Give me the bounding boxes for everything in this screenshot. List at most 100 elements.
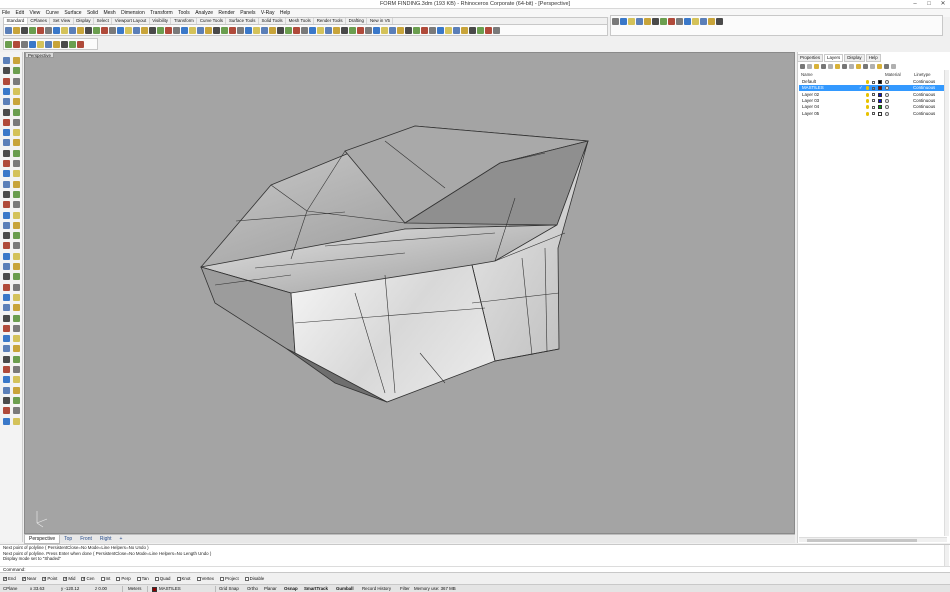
panel-scrollbar[interactable] <box>944 70 949 536</box>
menu-solid[interactable]: Solid <box>85 9 100 17</box>
material-icon[interactable] <box>885 105 889 110</box>
tool-icon[interactable] <box>3 283 10 291</box>
material-icon[interactable] <box>885 111 889 116</box>
scroll-thumb[interactable] <box>807 539 917 542</box>
tool-icon[interactable] <box>699 18 707 25</box>
tool-icon[interactable] <box>340 27 348 34</box>
menu-dimension[interactable]: Dimension <box>119 9 147 17</box>
tool-icon[interactable] <box>108 27 116 34</box>
tool-icon[interactable] <box>651 18 659 25</box>
tool-icon[interactable] <box>60 27 68 34</box>
tool-icon[interactable] <box>3 211 10 219</box>
osnap-checkbox[interactable] <box>21 575 27 583</box>
tool-icon[interactable] <box>68 27 76 34</box>
tool-icon[interactable] <box>13 108 20 116</box>
tool-icon[interactable] <box>13 129 20 137</box>
tool-icon[interactable] <box>13 149 20 157</box>
layer-color-swatch[interactable] <box>878 92 882 97</box>
tool-icon[interactable] <box>220 27 228 34</box>
column-material[interactable]: Material <box>885 72 901 77</box>
tab-help[interactable]: Help <box>865 54 881 62</box>
osnap-label[interactable]: Quad <box>160 575 171 583</box>
tool-icon[interactable] <box>13 232 20 240</box>
osnap-label[interactable]: Mid <box>68 575 75 583</box>
layer-linetype[interactable]: Continuous <box>913 104 935 110</box>
tool-icon[interactable] <box>396 27 404 34</box>
layer-tool-icon[interactable] <box>877 64 882 69</box>
tool-icon[interactable] <box>324 27 332 34</box>
perspective-viewport[interactable] <box>24 52 795 534</box>
minimize-button[interactable]: – <box>908 0 922 9</box>
menu-surface[interactable]: Surface <box>62 9 83 17</box>
tool-icon[interactable] <box>3 314 10 322</box>
tool-icon[interactable] <box>3 273 10 281</box>
menu-analyze[interactable]: Analyze <box>193 9 215 17</box>
menu-edit[interactable]: Edit <box>13 9 26 17</box>
tool-icon[interactable] <box>635 18 643 25</box>
layer-row[interactable]: Default Continuous <box>799 79 947 85</box>
tool-icon[interactable] <box>428 27 436 34</box>
layer-row[interactable]: MASTILES ✓ Continuous <box>799 85 947 92</box>
osnap-label[interactable]: Int <box>106 575 111 583</box>
tool-icon[interactable] <box>476 27 484 34</box>
tool-icon[interactable] <box>492 27 500 34</box>
tool-icon[interactable] <box>20 27 28 34</box>
tool-icon[interactable] <box>691 18 699 25</box>
lock-icon[interactable] <box>872 105 875 109</box>
material-icon[interactable] <box>885 98 889 103</box>
layer-tool-icon[interactable] <box>814 64 819 69</box>
tool-icon[interactable] <box>707 18 715 25</box>
tool-icon[interactable] <box>76 41 84 48</box>
tool-icon[interactable] <box>3 221 10 229</box>
tool-icon[interactable] <box>12 41 20 48</box>
tool-icon[interactable] <box>3 232 10 240</box>
layer-linetype[interactable]: Continuous <box>913 111 935 117</box>
menu-curve[interactable]: Curve <box>44 9 61 17</box>
osnap-checkbox[interactable] <box>154 576 159 581</box>
tool-icon[interactable] <box>284 27 292 34</box>
menu-tools[interactable]: Tools <box>176 9 192 17</box>
tool-icon[interactable] <box>332 27 340 34</box>
panel-horizontal-scrollbar[interactable] <box>799 537 947 542</box>
tool-icon[interactable] <box>3 77 10 85</box>
tool-icon[interactable] <box>196 27 204 34</box>
menu-view[interactable]: View <box>27 9 42 17</box>
tool-icon[interactable] <box>20 41 28 48</box>
tool-icon[interactable] <box>420 27 428 34</box>
tool-icon[interactable] <box>356 27 364 34</box>
tool-icon[interactable] <box>13 67 20 75</box>
tool-icon[interactable] <box>244 27 252 34</box>
tool-icon[interactable] <box>436 27 444 34</box>
layer-tool-icon[interactable] <box>849 64 854 69</box>
tool-icon[interactable] <box>3 386 10 394</box>
tab-right[interactable]: Right <box>96 535 116 543</box>
tool-icon[interactable] <box>364 27 372 34</box>
tool-icon[interactable] <box>484 27 492 34</box>
tool-icon[interactable] <box>236 27 244 34</box>
layer-tool-icon[interactable] <box>821 64 826 69</box>
lock-icon[interactable] <box>872 86 875 90</box>
tool-icon[interactable] <box>300 27 308 34</box>
visibility-bulb-icon[interactable] <box>866 80 869 84</box>
lock-icon[interactable] <box>872 80 875 84</box>
tool-icon[interactable] <box>683 18 691 25</box>
tool-icon[interactable] <box>13 118 20 126</box>
tool-icon[interactable] <box>3 366 10 373</box>
tool-icon[interactable] <box>68 41 76 48</box>
layer-color-swatch[interactable] <box>878 105 882 110</box>
tool-icon[interactable] <box>13 366 20 373</box>
layer-tool-icon[interactable] <box>863 64 868 69</box>
layer-linetype[interactable]: Continuous <box>913 85 935 91</box>
tool-icon[interactable] <box>36 27 44 34</box>
layer-linetype[interactable]: Continuous <box>913 79 935 85</box>
close-button[interactable]: ✕ <box>936 0 950 9</box>
tab-display-panel[interactable]: Display <box>844 54 865 62</box>
tool-icon[interactable] <box>452 27 460 34</box>
tool-icon[interactable] <box>260 27 268 34</box>
tool-icon[interactable] <box>84 27 92 34</box>
lock-icon[interactable] <box>872 112 875 115</box>
tool-icon[interactable] <box>188 27 196 34</box>
tool-icon[interactable] <box>13 293 20 301</box>
tool-icon[interactable] <box>100 27 108 34</box>
gumball-toggle[interactable]: Gumball <box>336 585 354 592</box>
